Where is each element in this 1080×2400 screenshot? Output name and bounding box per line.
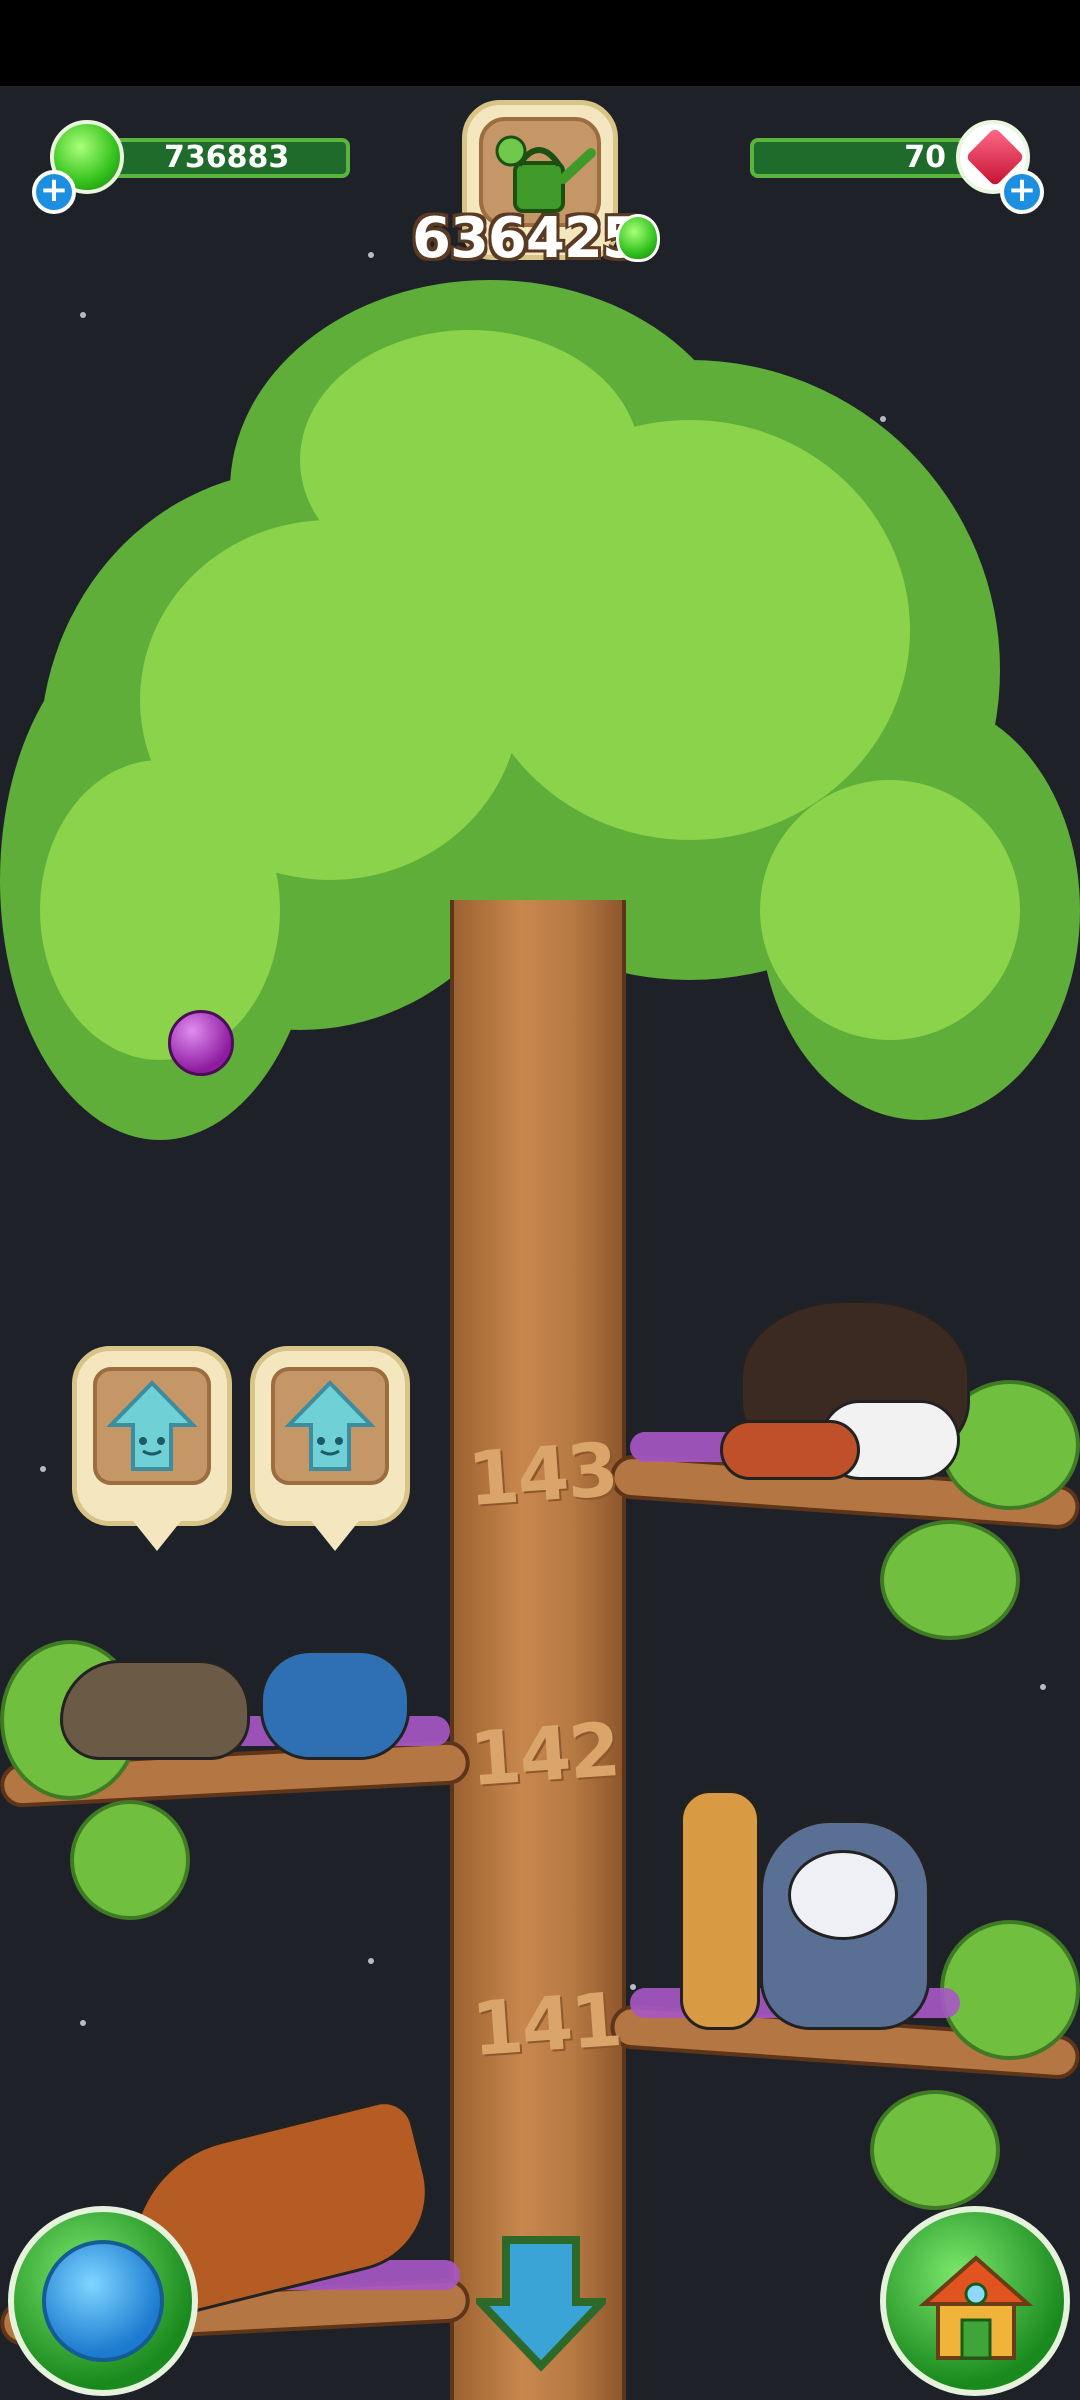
star <box>880 416 886 422</box>
globe-button[interactable] <box>8 2206 198 2396</box>
status-bar <box>0 0 1080 86</box>
star <box>80 312 86 318</box>
star <box>1040 1684 1046 1690</box>
upgrade-arrow-icon <box>285 1380 375 1471</box>
star <box>368 1958 374 1964</box>
star <box>80 2020 86 2026</box>
upgrade-card-2[interactable] <box>250 1346 410 1551</box>
star <box>40 1466 46 1472</box>
plus-icon[interactable]: + <box>1000 170 1044 214</box>
green-currency-display[interactable]: 736883 + <box>30 120 360 214</box>
level-141-label: 141 <box>469 1976 624 2074</box>
monkey-face <box>788 1850 898 1940</box>
tree-trunk <box>450 900 626 2400</box>
water-count: 636425 <box>412 206 641 271</box>
leaf-cluster <box>870 2090 1000 2210</box>
leaf-cluster <box>70 1800 190 1920</box>
level-142-label: 142 <box>467 1706 622 1804</box>
level-143-label: 143 <box>465 1426 620 1524</box>
green-currency-value: 736883 <box>100 138 350 178</box>
globe-icon <box>42 2240 164 2362</box>
green-drop-icon <box>616 214 660 262</box>
purple-fruit[interactable] <box>168 1010 234 1076</box>
star <box>630 1984 636 1990</box>
giraffe-animal[interactable] <box>680 1790 760 2030</box>
star <box>368 252 374 258</box>
upgrade-card-1[interactable] <box>72 1346 232 1551</box>
leaf-cluster <box>940 1920 1080 2060</box>
upgrade-arrow-icon <box>107 1380 197 1471</box>
house-icon <box>918 2255 1034 2360</box>
plus-icon[interactable]: + <box>32 170 76 214</box>
down-arrow-button[interactable] <box>476 2232 606 2372</box>
sloth-animal[interactable] <box>60 1660 250 1760</box>
home-button[interactable] <box>880 2206 1070 2396</box>
red-panda-animal[interactable] <box>720 1420 860 1480</box>
leaf-cluster <box>880 1520 1020 1640</box>
blue-beetle-animal[interactable] <box>260 1650 410 1760</box>
red-gem-display[interactable]: 70 + <box>730 120 1060 214</box>
